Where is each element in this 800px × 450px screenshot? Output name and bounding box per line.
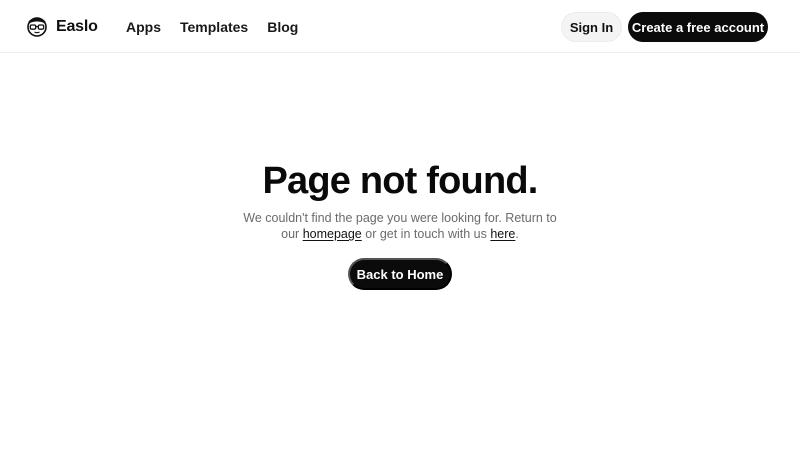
brand-name: Easlo [56,18,98,35]
sign-in-button[interactable]: Sign In [561,12,622,42]
nav-item-templates[interactable]: Templates [180,17,248,37]
not-found-section: Page not found. We couldn't find the pag… [0,53,800,450]
message-line-1: We couldn't find the page you were looki… [243,211,557,225]
glasses-face-logo-icon [27,17,47,37]
message-middle: or get in touch with us [365,227,487,241]
contact-here-link[interactable]: here [490,227,515,241]
not-found-message: We couldn't find the page you were looki… [240,210,560,242]
brand-logo-link[interactable]: Easlo [27,14,98,40]
page-title: Page not found. [262,160,538,202]
message-prefix: our [281,227,300,241]
homepage-link[interactable]: homepage [303,227,362,241]
main-nav: Apps Templates Blog [126,17,298,37]
nav-item-apps[interactable]: Apps [126,17,161,37]
nav-item-blog[interactable]: Blog [267,17,298,37]
create-account-button[interactable]: Create a free account [628,12,768,42]
message-suffix: . [515,227,519,241]
site-header: Easlo Apps Templates Blog Sign In Create… [0,0,800,53]
back-to-home-button[interactable]: Back to Home [348,258,452,290]
